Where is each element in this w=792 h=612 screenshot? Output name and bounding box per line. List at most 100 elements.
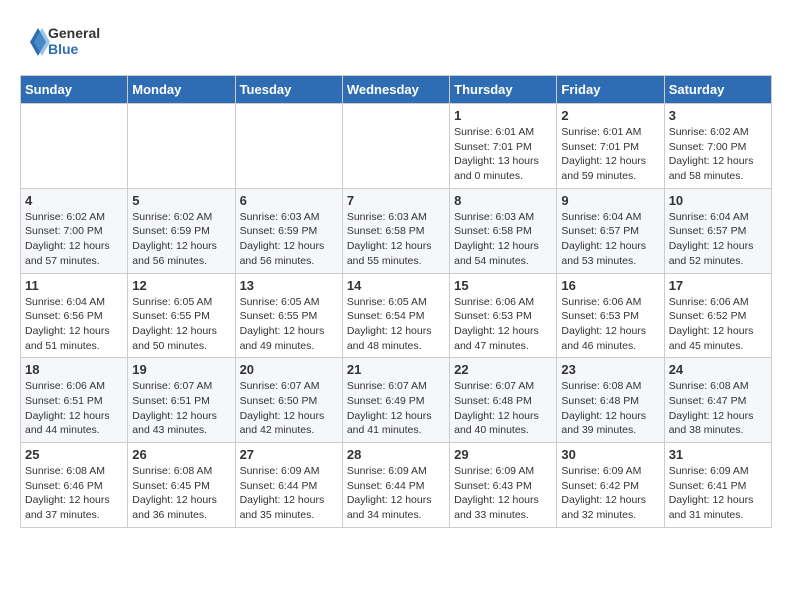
calendar-cell: 16 Sunrise: 6:06 AMSunset: 6:53 PMDaylig…	[557, 273, 664, 358]
weekday-header-tuesday: Tuesday	[235, 76, 342, 104]
week-row-3: 11 Sunrise: 6:04 AMSunset: 6:56 PMDaylig…	[21, 273, 772, 358]
week-row-1: 1 Sunrise: 6:01 AMSunset: 7:01 PMDayligh…	[21, 104, 772, 189]
day-number: 3	[669, 108, 767, 123]
calendar-cell	[342, 104, 449, 189]
weekday-header-sunday: Sunday	[21, 76, 128, 104]
cell-info: Sunrise: 6:02 AMSunset: 6:59 PMDaylight:…	[132, 210, 230, 269]
day-number: 6	[240, 193, 338, 208]
day-number: 4	[25, 193, 123, 208]
cell-info: Sunrise: 6:07 AMSunset: 6:51 PMDaylight:…	[132, 379, 230, 438]
weekday-header-monday: Monday	[128, 76, 235, 104]
day-number: 14	[347, 278, 445, 293]
day-number: 2	[561, 108, 659, 123]
calendar-cell: 26 Sunrise: 6:08 AMSunset: 6:45 PMDaylig…	[128, 443, 235, 528]
weekday-header-thursday: Thursday	[450, 76, 557, 104]
day-number: 19	[132, 362, 230, 377]
calendar-cell: 21 Sunrise: 6:07 AMSunset: 6:49 PMDaylig…	[342, 358, 449, 443]
page-header: General Blue	[20, 20, 772, 65]
day-number: 26	[132, 447, 230, 462]
calendar-cell: 14 Sunrise: 6:05 AMSunset: 6:54 PMDaylig…	[342, 273, 449, 358]
calendar-cell: 8 Sunrise: 6:03 AMSunset: 6:58 PMDayligh…	[450, 188, 557, 273]
cell-info: Sunrise: 6:02 AMSunset: 7:00 PMDaylight:…	[25, 210, 123, 269]
logo: General Blue	[20, 20, 110, 65]
cell-info: Sunrise: 6:04 AMSunset: 6:57 PMDaylight:…	[669, 210, 767, 269]
calendar-cell: 27 Sunrise: 6:09 AMSunset: 6:44 PMDaylig…	[235, 443, 342, 528]
calendar-cell: 19 Sunrise: 6:07 AMSunset: 6:51 PMDaylig…	[128, 358, 235, 443]
calendar-cell	[128, 104, 235, 189]
cell-info: Sunrise: 6:02 AMSunset: 7:00 PMDaylight:…	[669, 125, 767, 184]
cell-info: Sunrise: 6:03 AMSunset: 6:58 PMDaylight:…	[454, 210, 552, 269]
cell-info: Sunrise: 6:08 AMSunset: 6:45 PMDaylight:…	[132, 464, 230, 523]
cell-info: Sunrise: 6:04 AMSunset: 6:57 PMDaylight:…	[561, 210, 659, 269]
day-number: 21	[347, 362, 445, 377]
weekday-header-row: SundayMondayTuesdayWednesdayThursdayFrid…	[21, 76, 772, 104]
week-row-4: 18 Sunrise: 6:06 AMSunset: 6:51 PMDaylig…	[21, 358, 772, 443]
weekday-header-friday: Friday	[557, 76, 664, 104]
cell-info: Sunrise: 6:04 AMSunset: 6:56 PMDaylight:…	[25, 295, 123, 354]
day-number: 30	[561, 447, 659, 462]
calendar-cell: 30 Sunrise: 6:09 AMSunset: 6:42 PMDaylig…	[557, 443, 664, 528]
day-number: 29	[454, 447, 552, 462]
day-number: 13	[240, 278, 338, 293]
weekday-header-saturday: Saturday	[664, 76, 771, 104]
cell-info: Sunrise: 6:06 AMSunset: 6:53 PMDaylight:…	[454, 295, 552, 354]
day-number: 28	[347, 447, 445, 462]
calendar-cell: 4 Sunrise: 6:02 AMSunset: 7:00 PMDayligh…	[21, 188, 128, 273]
day-number: 25	[25, 447, 123, 462]
cell-info: Sunrise: 6:07 AMSunset: 6:49 PMDaylight:…	[347, 379, 445, 438]
svg-text:Blue: Blue	[48, 41, 79, 57]
calendar-cell	[21, 104, 128, 189]
calendar-cell: 12 Sunrise: 6:05 AMSunset: 6:55 PMDaylig…	[128, 273, 235, 358]
cell-info: Sunrise: 6:08 AMSunset: 6:46 PMDaylight:…	[25, 464, 123, 523]
day-number: 1	[454, 108, 552, 123]
cell-info: Sunrise: 6:09 AMSunset: 6:41 PMDaylight:…	[669, 464, 767, 523]
week-row-2: 4 Sunrise: 6:02 AMSunset: 7:00 PMDayligh…	[21, 188, 772, 273]
day-number: 27	[240, 447, 338, 462]
calendar-cell: 18 Sunrise: 6:06 AMSunset: 6:51 PMDaylig…	[21, 358, 128, 443]
calendar-cell: 3 Sunrise: 6:02 AMSunset: 7:00 PMDayligh…	[664, 104, 771, 189]
day-number: 8	[454, 193, 552, 208]
cell-info: Sunrise: 6:08 AMSunset: 6:47 PMDaylight:…	[669, 379, 767, 438]
calendar-cell: 24 Sunrise: 6:08 AMSunset: 6:47 PMDaylig…	[664, 358, 771, 443]
calendar-cell: 20 Sunrise: 6:07 AMSunset: 6:50 PMDaylig…	[235, 358, 342, 443]
cell-info: Sunrise: 6:05 AMSunset: 6:54 PMDaylight:…	[347, 295, 445, 354]
day-number: 7	[347, 193, 445, 208]
cell-info: Sunrise: 6:09 AMSunset: 6:44 PMDaylight:…	[240, 464, 338, 523]
day-number: 12	[132, 278, 230, 293]
calendar-table: SundayMondayTuesdayWednesdayThursdayFrid…	[20, 75, 772, 528]
day-number: 15	[454, 278, 552, 293]
calendar-cell: 2 Sunrise: 6:01 AMSunset: 7:01 PMDayligh…	[557, 104, 664, 189]
cell-info: Sunrise: 6:06 AMSunset: 6:52 PMDaylight:…	[669, 295, 767, 354]
cell-info: Sunrise: 6:06 AMSunset: 6:53 PMDaylight:…	[561, 295, 659, 354]
calendar-cell: 25 Sunrise: 6:08 AMSunset: 6:46 PMDaylig…	[21, 443, 128, 528]
day-number: 24	[669, 362, 767, 377]
day-number: 10	[669, 193, 767, 208]
day-number: 17	[669, 278, 767, 293]
calendar-cell: 1 Sunrise: 6:01 AMSunset: 7:01 PMDayligh…	[450, 104, 557, 189]
calendar-cell	[235, 104, 342, 189]
cell-info: Sunrise: 6:07 AMSunset: 6:48 PMDaylight:…	[454, 379, 552, 438]
cell-info: Sunrise: 6:05 AMSunset: 6:55 PMDaylight:…	[132, 295, 230, 354]
calendar-cell: 13 Sunrise: 6:05 AMSunset: 6:55 PMDaylig…	[235, 273, 342, 358]
cell-info: Sunrise: 6:03 AMSunset: 6:58 PMDaylight:…	[347, 210, 445, 269]
calendar-cell: 17 Sunrise: 6:06 AMSunset: 6:52 PMDaylig…	[664, 273, 771, 358]
day-number: 11	[25, 278, 123, 293]
calendar-cell: 31 Sunrise: 6:09 AMSunset: 6:41 PMDaylig…	[664, 443, 771, 528]
cell-info: Sunrise: 6:08 AMSunset: 6:48 PMDaylight:…	[561, 379, 659, 438]
cell-info: Sunrise: 6:09 AMSunset: 6:42 PMDaylight:…	[561, 464, 659, 523]
calendar-cell: 7 Sunrise: 6:03 AMSunset: 6:58 PMDayligh…	[342, 188, 449, 273]
calendar-cell: 6 Sunrise: 6:03 AMSunset: 6:59 PMDayligh…	[235, 188, 342, 273]
day-number: 18	[25, 362, 123, 377]
cell-info: Sunrise: 6:01 AMSunset: 7:01 PMDaylight:…	[561, 125, 659, 184]
day-number: 31	[669, 447, 767, 462]
calendar-cell: 5 Sunrise: 6:02 AMSunset: 6:59 PMDayligh…	[128, 188, 235, 273]
day-number: 5	[132, 193, 230, 208]
svg-text:General: General	[48, 25, 100, 41]
cell-info: Sunrise: 6:09 AMSunset: 6:44 PMDaylight:…	[347, 464, 445, 523]
cell-info: Sunrise: 6:03 AMSunset: 6:59 PMDaylight:…	[240, 210, 338, 269]
day-number: 16	[561, 278, 659, 293]
cell-info: Sunrise: 6:05 AMSunset: 6:55 PMDaylight:…	[240, 295, 338, 354]
calendar-cell: 10 Sunrise: 6:04 AMSunset: 6:57 PMDaylig…	[664, 188, 771, 273]
cell-info: Sunrise: 6:07 AMSunset: 6:50 PMDaylight:…	[240, 379, 338, 438]
day-number: 23	[561, 362, 659, 377]
